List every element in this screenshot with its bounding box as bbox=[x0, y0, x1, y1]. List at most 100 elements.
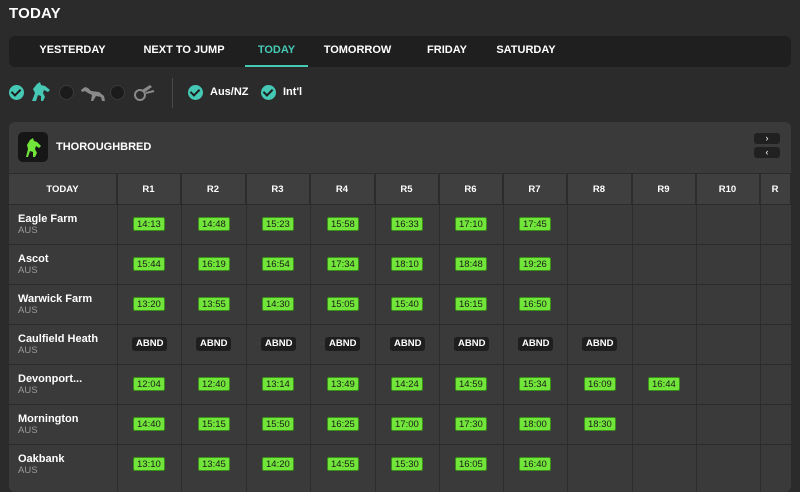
panel-header: THOROUGHBRED › ‹ bbox=[9, 122, 791, 173]
abandoned-badge[interactable]: ABND bbox=[325, 337, 361, 351]
day-tabs: YESTERDAY NEXT TO JUMP TODAY TOMORROW FRIDAY… bbox=[9, 36, 791, 67]
race-time-button[interactable]: 13:14 bbox=[262, 377, 294, 391]
venue-country: AUS bbox=[18, 465, 38, 476]
tab-friday[interactable]: FRIDAY bbox=[413, 36, 481, 67]
race-time-button[interactable]: 12:04 bbox=[133, 377, 165, 391]
venue-country: AUS bbox=[18, 345, 38, 356]
race-time-button[interactable]: 16:25 bbox=[327, 417, 359, 431]
race-time-button[interactable]: 14:24 bbox=[391, 377, 423, 391]
column-divider bbox=[567, 173, 568, 492]
race-time-button[interactable]: 15:44 bbox=[133, 257, 165, 271]
race-time-button[interactable]: 16:15 bbox=[455, 297, 487, 311]
header-race: R5 bbox=[375, 173, 439, 204]
thoroughbred-filter-checkbox[interactable] bbox=[9, 85, 24, 100]
race-time-button[interactable]: 14:55 bbox=[327, 457, 359, 471]
race-time-button[interactable]: 15:40 bbox=[391, 297, 423, 311]
venue-name[interactable]: Eagle Farm bbox=[18, 213, 77, 225]
race-time-button[interactable]: 14:30 bbox=[262, 297, 294, 311]
column-divider bbox=[375, 173, 376, 492]
scroll-right-button[interactable]: › bbox=[754, 133, 780, 144]
race-time-button[interactable]: 13:55 bbox=[198, 297, 230, 311]
header-race: R bbox=[760, 173, 791, 204]
race-time-button[interactable]: 15:15 bbox=[198, 417, 230, 431]
abandoned-badge[interactable]: ABND bbox=[518, 337, 554, 351]
scroll-left-button[interactable]: ‹ bbox=[754, 147, 780, 158]
race-time-button[interactable]: 18:00 bbox=[519, 417, 551, 431]
tab-today[interactable]: TODAY bbox=[245, 36, 308, 67]
tab-tomorrow[interactable]: TOMORROW bbox=[315, 36, 400, 67]
harness-icon[interactable] bbox=[132, 81, 156, 108]
venue-name[interactable]: Ascot bbox=[18, 253, 49, 265]
column-divider bbox=[696, 173, 697, 492]
venue-name[interactable]: Warwick Farm bbox=[18, 293, 92, 305]
race-time-button[interactable]: 13:49 bbox=[327, 377, 359, 391]
venue-name[interactable]: Oakbank bbox=[18, 453, 64, 465]
race-time-button[interactable]: 14:13 bbox=[133, 217, 165, 231]
venue-country: AUS bbox=[18, 385, 38, 396]
abandoned-badge[interactable]: ABND bbox=[454, 337, 490, 351]
abandoned-badge[interactable]: ABND bbox=[132, 337, 168, 351]
race-time-button[interactable]: 14:48 bbox=[198, 217, 230, 231]
race-time-button[interactable]: 15:30 bbox=[391, 457, 423, 471]
column-divider bbox=[246, 173, 247, 492]
race-time-button[interactable]: 16:40 bbox=[519, 457, 551, 471]
tab-next-to-jump[interactable]: NEXT TO JUMP bbox=[126, 36, 242, 67]
race-time-button[interactable]: 16:44 bbox=[648, 377, 680, 391]
header-race: R4 bbox=[310, 173, 375, 204]
header-race: R8 bbox=[567, 173, 632, 204]
race-time-button[interactable]: 15:23 bbox=[262, 217, 294, 231]
race-time-button[interactable]: 17:34 bbox=[327, 257, 359, 271]
race-time-button[interactable]: 17:10 bbox=[455, 217, 487, 231]
race-time-button[interactable]: 15:50 bbox=[262, 417, 294, 431]
abandoned-badge[interactable]: ABND bbox=[582, 337, 618, 351]
venue-name[interactable]: Caulfield Heath bbox=[18, 333, 98, 345]
race-grid: TODAY R1 R2 R3 R4 R5 R6 R7 R8 R9 R10 R Eagle Farm AUS… bbox=[9, 173, 791, 492]
venue-name[interactable]: Mornington bbox=[18, 413, 78, 425]
race-time-button[interactable]: 13:10 bbox=[133, 457, 165, 471]
greyhound-icon[interactable] bbox=[79, 81, 107, 108]
race-time-button[interactable]: 14:59 bbox=[455, 377, 487, 391]
venue-name[interactable]: Devonport... bbox=[18, 373, 82, 385]
header-today: TODAY bbox=[9, 173, 117, 204]
column-divider bbox=[117, 173, 118, 492]
race-time-button[interactable]: 14:40 bbox=[133, 417, 165, 431]
race-time-button[interactable]: 13:20 bbox=[133, 297, 165, 311]
race-time-button[interactable]: 15:05 bbox=[327, 297, 359, 311]
abandoned-badge[interactable]: ABND bbox=[196, 337, 232, 351]
race-time-button[interactable]: 18:48 bbox=[455, 257, 487, 271]
abandoned-badge[interactable]: ABND bbox=[390, 337, 426, 351]
intl-label[interactable]: Int'l bbox=[283, 86, 302, 98]
race-time-button[interactable]: 16:05 bbox=[455, 457, 487, 471]
header-race: R2 bbox=[181, 173, 246, 204]
tab-saturday[interactable]: SATURDAY bbox=[486, 36, 566, 67]
panel-title: THOROUGHBRED bbox=[56, 141, 152, 153]
race-time-button[interactable]: 16:54 bbox=[262, 257, 294, 271]
horse-icon[interactable] bbox=[29, 81, 53, 108]
intl-checkbox[interactable] bbox=[261, 85, 276, 100]
tab-yesterday[interactable]: YESTERDAY bbox=[26, 36, 119, 67]
venue-country: AUS bbox=[18, 425, 38, 436]
race-time-button[interactable]: 18:30 bbox=[584, 417, 616, 431]
greyhound-filter-checkbox[interactable] bbox=[59, 85, 74, 100]
filter-bar: Aus/NZ Int'l bbox=[0, 78, 800, 108]
race-time-button[interactable]: 17:30 bbox=[455, 417, 487, 431]
race-time-button[interactable]: 15:34 bbox=[519, 377, 551, 391]
race-time-button[interactable]: 16:19 bbox=[198, 257, 230, 271]
race-time-button[interactable]: 13:45 bbox=[198, 457, 230, 471]
abandoned-badge[interactable]: ABND bbox=[261, 337, 297, 351]
race-time-button[interactable]: 15:58 bbox=[327, 217, 359, 231]
race-time-button[interactable]: 17:45 bbox=[519, 217, 551, 231]
race-time-button[interactable]: 16:33 bbox=[391, 217, 423, 231]
header-race: R7 bbox=[503, 173, 567, 204]
column-divider bbox=[439, 173, 440, 492]
race-time-button[interactable]: 12:40 bbox=[198, 377, 230, 391]
harness-filter-checkbox[interactable] bbox=[110, 85, 125, 100]
aus-nz-label[interactable]: Aus/NZ bbox=[210, 86, 249, 98]
race-time-button[interactable]: 16:09 bbox=[584, 377, 616, 391]
aus-nz-checkbox[interactable] bbox=[188, 85, 203, 100]
race-time-button[interactable]: 14:20 bbox=[262, 457, 294, 471]
race-time-button[interactable]: 18:10 bbox=[391, 257, 423, 271]
race-time-button[interactable]: 16:50 bbox=[519, 297, 551, 311]
race-time-button[interactable]: 17:00 bbox=[391, 417, 423, 431]
race-time-button[interactable]: 19:26 bbox=[519, 257, 551, 271]
